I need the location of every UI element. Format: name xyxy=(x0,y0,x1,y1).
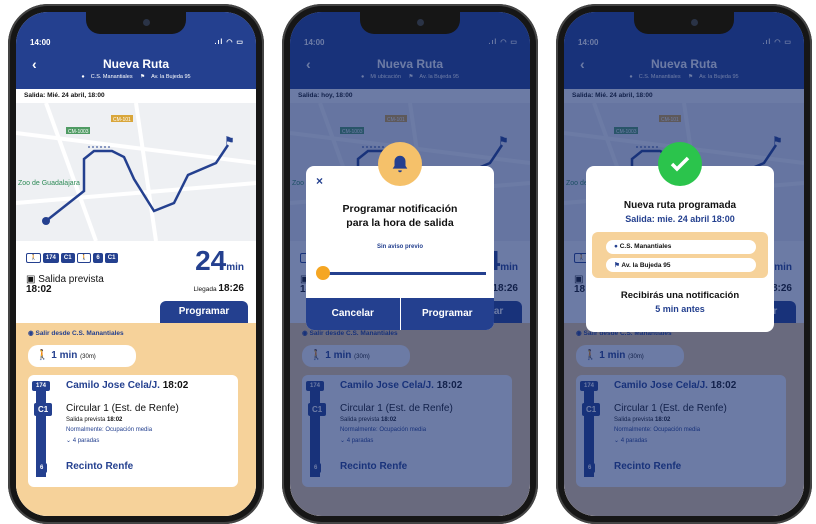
poi-label: Zoo de Guadalajara xyxy=(18,180,80,187)
chip: C1 xyxy=(104,253,119,263)
page-title: Nueva Ruta xyxy=(102,57,170,71)
line-departure-label: Salida prevista xyxy=(66,417,106,423)
end-tag: 6 xyxy=(36,463,48,473)
status-icons: .ıl ◠ ▭ xyxy=(214,39,244,46)
modal-title-line2: para la hora de salida xyxy=(346,217,454,229)
line-name: Circular 1 (Est. de Renfe) xyxy=(66,403,179,414)
bus-stop-name: Camilo Jose Cela/J. xyxy=(66,380,160,391)
phone-notch xyxy=(360,12,460,34)
chip: 6 xyxy=(93,253,103,263)
status-time: 14:00 xyxy=(30,38,51,47)
bus-time: 18:02 xyxy=(162,380,189,391)
chevron-down-icon: ⌄ xyxy=(66,438,73,444)
phone-notch xyxy=(86,12,186,34)
duration: 24min xyxy=(195,245,244,277)
walk-time: 1 min xyxy=(51,350,78,361)
confirm-from: ● C.S. Manantiales xyxy=(606,240,756,254)
line-departure-time: 18:02 xyxy=(107,417,123,423)
confirm-to-label: Av. la Bujeda 95 xyxy=(621,262,671,269)
flag-icon: ⚑ xyxy=(140,74,146,80)
line-departure: Salida prevista 18:02 xyxy=(66,417,122,423)
bus-leg[interactable]: 174 Camilo Jose Cela/J. 18:02 C1 Circula… xyxy=(28,375,238,487)
notify-time: 5 min antes xyxy=(655,304,705,314)
route-steps: ◉ Salir desde C.S. Manantiales 🚶 1 min (… xyxy=(16,323,256,516)
pin-icon: ● xyxy=(81,74,85,80)
arrival-time: 18:26 xyxy=(218,283,244,294)
screen-1: 14:00 .ıl ◠ ▭ ‹ Nueva Ruta ● C.S. Mananti… xyxy=(16,12,256,516)
walk-chip: 🚶 xyxy=(76,253,92,263)
chip: C1 xyxy=(60,253,75,263)
stops-toggle[interactable]: ⌄ 4 paradas xyxy=(66,437,99,444)
origin-label: C.S. Manantiales xyxy=(90,74,133,80)
line-tag: C1 xyxy=(34,403,53,416)
phone-3: 14:00 .ıl ◠ ▭ ‹ Nueva Ruta ●C.S. Mananti… xyxy=(556,4,812,524)
confirm-subtitle: Salida: mie. 24 abril 18:00 xyxy=(625,214,735,224)
destination-label: Av. la Bujeda 95 xyxy=(151,74,191,80)
walk-chip: 🚶 xyxy=(26,253,41,263)
bus-tag: 174 xyxy=(32,381,51,391)
phone-1: 14:00 .ıl ◠ ▭ ‹ Nueva Ruta ● C.S. Mananti… xyxy=(8,4,264,524)
phone-notch xyxy=(634,12,734,34)
walk-icon: 🚶 xyxy=(36,350,49,361)
bell-icon xyxy=(378,142,422,186)
modal-buttons: Cancelar Programar xyxy=(306,298,494,330)
programar-button[interactable]: Programar xyxy=(160,301,248,323)
road-text-cm1003: CM-1003 xyxy=(68,129,89,135)
arrival-info: Llegada 18:26 xyxy=(193,283,244,294)
departure-info: ▣ Salida prevista18:02 xyxy=(26,275,104,295)
confirm-to: ⚑ Av. la Bujeda 95 xyxy=(606,258,756,272)
bus-stop: Camilo Jose Cela/J. 18:02 xyxy=(66,380,188,391)
arrival-label: Llegada xyxy=(193,286,217,293)
screen-3: 14:00 .ıl ◠ ▭ ‹ Nueva Ruta ●C.S. Mananti… xyxy=(564,12,804,516)
walk-step[interactable]: 🚶 1 min (30m) xyxy=(28,345,136,367)
confirm-title: Nueva ruta programada xyxy=(623,200,737,211)
departure-time: 18:02 xyxy=(26,284,52,295)
route-endpoints: ● C.S. Manantiales ⚑ Av. la Bujeda 95 xyxy=(16,74,256,80)
stops-count: 4 paradas xyxy=(72,438,100,444)
walk-distance: (30m) xyxy=(80,354,96,360)
occupancy: Normalmente: Ocupación media xyxy=(66,427,153,433)
duration-value: 24 xyxy=(195,245,227,276)
phone-2: 14:00 .ıl ◠ ▭ ‹ Nueva Ruta ●Mi ubicación… xyxy=(282,4,538,524)
road-text-cm101: CM-101 xyxy=(113,117,131,123)
modal-title-line1: Programar notificación xyxy=(342,203,458,215)
cancel-button[interactable]: Cancelar xyxy=(306,298,400,330)
confirm-button[interactable]: Programar xyxy=(399,298,494,330)
confirm-route-box: ● C.S. Manantiales ⚑ Av. la Bujeda 95 xyxy=(592,232,768,278)
departure-bar[interactable]: Salida: Mié. 24 abril, 18:00 xyxy=(16,89,256,103)
route-map[interactable]: CM-101 CM-1003 Zoo de Guadalajara ⚑ xyxy=(16,102,256,242)
notification-modal: × Programar notificación para la hora de … xyxy=(306,142,494,330)
chip: 174 xyxy=(42,253,59,263)
map-canvas: CM-101 CM-1003 Zoo de Guadalajara ⚑ xyxy=(16,102,256,242)
confirm-from-label: C.S. Manantiales xyxy=(619,243,672,250)
screen-2: 14:00 .ıl ◠ ▭ ‹ Nueva Ruta ●Mi ubicación… xyxy=(290,12,530,516)
check-icon xyxy=(658,142,702,186)
route-card[interactable]: 🚶 174 C1 🚶 6 C1 24min ▣ Salida prevista1… xyxy=(16,241,256,516)
duration-unit: min xyxy=(226,262,244,273)
slider-knob[interactable] xyxy=(316,266,330,280)
notify-text: Recibirás una notificación xyxy=(620,290,740,301)
confirmation-card: Nueva ruta programada Salida: mie. 24 ab… xyxy=(586,142,774,332)
start-step: ◉ Salir desde C.S. Manantiales xyxy=(28,330,124,337)
modal-title: Programar notificación para la hora de sa… xyxy=(306,202,494,230)
start-label: Salir desde C.S. Manantiales xyxy=(35,330,124,337)
close-icon[interactable]: × xyxy=(316,174,323,188)
destination-flag-icon: ⚑ xyxy=(224,134,235,148)
origin-marker xyxy=(42,217,50,225)
end-stop: Recinto Renfe xyxy=(66,461,134,472)
modal-subtitle: Sin aviso previo xyxy=(376,244,424,250)
route-chips: 🚶 174 C1 🚶 6 C1 xyxy=(26,253,119,263)
notification-slider[interactable] xyxy=(316,266,486,280)
